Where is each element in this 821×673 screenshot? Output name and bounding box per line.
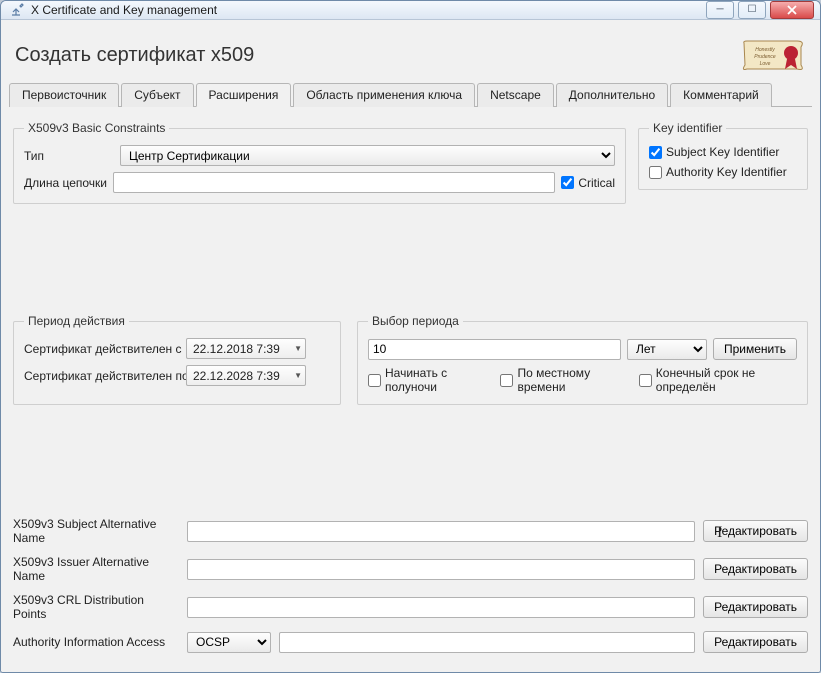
app-icon: [9, 2, 25, 18]
client-area: Создать сертификат x509 Honestly Prudenc…: [1, 20, 820, 673]
authority-key-id-label: Authority Key Identifier: [666, 165, 787, 179]
window-buttons: ─ ☐: [706, 1, 814, 19]
chevron-down-icon: ▼: [294, 371, 302, 380]
aia-type-combo[interactable]: OCSP: [187, 632, 271, 653]
aia-edit-button[interactable]: Редактировать: [703, 631, 808, 653]
type-combo[interactable]: Центр Сертификации: [120, 145, 615, 166]
critical-checkbox[interactable]: [561, 176, 574, 189]
validity-period-legend: Период действия: [24, 314, 129, 328]
critical-checkbox-wrap[interactable]: Critical: [561, 176, 615, 190]
minimize-button[interactable]: ─: [706, 1, 734, 19]
ian-label: X509v3 Issuer Alternative Name: [13, 555, 179, 583]
chevron-down-icon: ▼: [294, 344, 302, 353]
valid-from-value: 22.12.2018 7:39: [193, 342, 280, 356]
indefinite-checkbox[interactable]: [639, 374, 652, 387]
tab-advanced[interactable]: Дополнительно: [556, 83, 668, 107]
tab-extensions[interactable]: Расширения: [196, 83, 292, 107]
san-input[interactable]: [187, 521, 695, 542]
tab-subject[interactable]: Субъект: [121, 83, 193, 107]
tab-netscape[interactable]: Netscape: [477, 83, 554, 107]
valid-to-value: 22.12.2028 7:39: [193, 369, 280, 383]
svg-text:Honestly: Honestly: [755, 47, 775, 53]
window-title: X Certificate and Key management: [31, 3, 700, 17]
chain-length-input[interactable]: [113, 172, 555, 193]
close-button[interactable]: [770, 1, 814, 19]
ian-input[interactable]: [187, 559, 695, 580]
key-identifier-group: Key identifier Subject Key Identifier Au…: [638, 121, 808, 190]
localtime-wrap[interactable]: По местному времени: [500, 366, 624, 394]
chain-length-label: Длина цепочки: [24, 176, 107, 190]
valid-from-label: Сертификат действителен с: [24, 342, 180, 356]
range-legend: Выбор периода: [368, 314, 463, 328]
san-label: X509v3 Subject Alternative Name: [13, 517, 179, 545]
extensions-tab-content: X509v3 Basic Constraints Тип Центр Серти…: [9, 111, 812, 667]
certificate-dialog: X Certificate and Key management ─ ☐ Соз…: [0, 0, 821, 673]
basic-constraints-group: X509v3 Basic Constraints Тип Центр Серти…: [13, 121, 626, 204]
certificate-seal-icon: Honestly Prudence Love: [738, 36, 810, 74]
ian-edit-button[interactable]: Редактировать: [703, 558, 808, 580]
apply-button[interactable]: Применить: [713, 338, 797, 360]
tab-key-usage[interactable]: Область применения ключа: [293, 83, 475, 107]
svg-text:Prudence: Prudence: [754, 54, 776, 60]
localtime-label: По местному времени: [517, 366, 624, 394]
tab-source[interactable]: Первоисточник: [9, 83, 119, 107]
subject-key-id-label: Subject Key Identifier: [666, 145, 779, 159]
indefinite-label: Конечный срок не определён: [656, 366, 797, 394]
key-identifier-legend: Key identifier: [649, 121, 726, 135]
type-label: Тип: [24, 149, 114, 163]
localtime-checkbox[interactable]: [500, 374, 513, 387]
authority-key-id-checkbox[interactable]: [649, 166, 662, 179]
midnight-wrap[interactable]: Начинать с полуночи: [368, 366, 486, 394]
valid-to-picker[interactable]: 22.12.2028 7:39 ▼: [186, 365, 306, 386]
svg-text:Love: Love: [760, 61, 771, 67]
range-group: Выбор периода Лет Применить Начинать с п…: [357, 314, 808, 405]
text-cursor-icon: I: [717, 524, 722, 542]
midnight-checkbox[interactable]: [368, 374, 381, 387]
crl-input[interactable]: [187, 597, 695, 618]
indefinite-wrap[interactable]: Конечный срок не определён: [639, 366, 797, 394]
crl-label: X509v3 CRL Distribution Points: [13, 593, 179, 621]
validity-period-group: Период действия Сертификат действителен …: [13, 314, 341, 405]
aia-label: Authority Information Access: [13, 635, 179, 649]
authority-key-id-wrap[interactable]: Authority Key Identifier: [649, 165, 787, 179]
maximize-button[interactable]: ☐: [738, 1, 766, 19]
subject-key-id-checkbox[interactable]: [649, 146, 662, 159]
tab-bar: Первоисточник Субъект Расширения Область…: [9, 82, 812, 107]
titlebar[interactable]: X Certificate and Key management ─ ☐: [1, 1, 820, 20]
valid-to-label: Сертификат действителен по: [24, 369, 180, 383]
aia-input[interactable]: [279, 632, 695, 653]
crl-edit-button[interactable]: Редактировать: [703, 596, 808, 618]
valid-from-picker[interactable]: 22.12.2018 7:39 ▼: [186, 338, 306, 359]
subject-key-id-wrap[interactable]: Subject Key Identifier: [649, 145, 779, 159]
midnight-label: Начинать с полуночи: [385, 366, 486, 394]
range-amount-input[interactable]: [368, 339, 621, 360]
tab-comment[interactable]: Комментарий: [670, 83, 772, 107]
range-unit-combo[interactable]: Лет: [627, 339, 707, 360]
page-title: Создать сертификат x509: [15, 44, 254, 67]
critical-label: Critical: [578, 176, 615, 190]
basic-constraints-legend: X509v3 Basic Constraints: [24, 121, 169, 135]
